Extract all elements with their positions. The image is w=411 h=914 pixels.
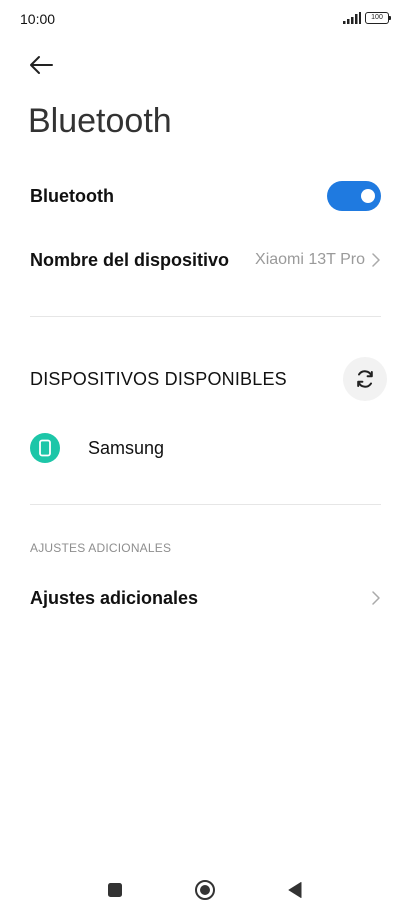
additional-settings-row[interactable]: Ajustes adicionales — [30, 580, 381, 616]
square-icon — [108, 883, 122, 897]
navigation-bar — [0, 866, 411, 914]
divider — [30, 316, 381, 317]
back-nav-button[interactable] — [283, 878, 307, 902]
battery-icon: 100 — [365, 12, 391, 24]
device-name-value-wrap: Xiaomi 13T Pro — [255, 251, 381, 269]
toggle-knob — [361, 189, 375, 203]
divider — [30, 504, 381, 505]
page-title: Bluetooth — [28, 102, 172, 140]
available-devices-header: DISPOSITIVOS DISPONIBLES — [30, 356, 387, 402]
recent-apps-button[interactable] — [103, 878, 127, 902]
chevron-right-icon — [372, 253, 380, 267]
additional-settings-subheader: AJUSTES ADICIONALES — [30, 541, 172, 555]
status-bar: 10:00 100 — [0, 0, 411, 38]
device-name-value: Xiaomi 13T Pro — [255, 251, 365, 268]
triangle-back-icon — [288, 882, 302, 898]
device-name-row[interactable]: Nombre del dispositivo Xiaomi 13T Pro — [30, 242, 381, 278]
phone-icon — [30, 433, 60, 463]
status-time: 10:00 — [20, 11, 56, 27]
device-name: Samsung — [88, 437, 165, 458]
signal-icon — [343, 12, 361, 24]
chevron-right-icon — [372, 591, 380, 605]
additional-settings-label: Ajustes adicionales — [30, 587, 199, 608]
bluetooth-label: Bluetooth — [30, 185, 114, 206]
device-name-label: Nombre del dispositivo — [30, 249, 230, 270]
bluetooth-toggle-row[interactable]: Bluetooth — [30, 178, 381, 214]
available-devices-title: DISPOSITIVOS DISPONIBLES — [30, 368, 287, 389]
refresh-icon — [357, 370, 373, 388]
refresh-button[interactable] — [343, 357, 387, 401]
circle-icon — [195, 880, 215, 900]
arrow-left-icon — [30, 56, 53, 74]
back-button[interactable] — [26, 50, 58, 80]
bluetooth-toggle[interactable] — [327, 181, 381, 211]
home-button[interactable] — [193, 878, 217, 902]
status-icons: 100 — [343, 12, 391, 24]
device-item-samsung[interactable]: Samsung — [30, 430, 381, 466]
